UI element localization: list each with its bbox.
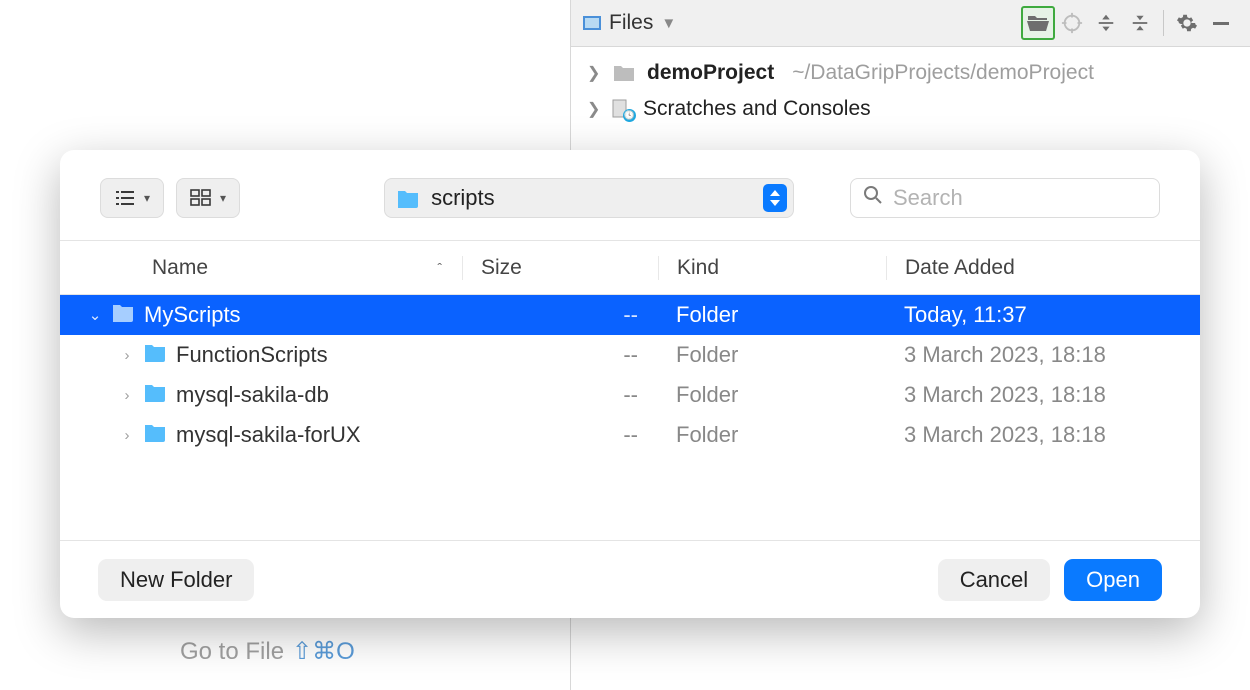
scratches-label: Scratches and Consoles (643, 97, 871, 121)
chevron-right-icon[interactable]: ❯ (587, 99, 601, 119)
project-name: demoProject (647, 61, 774, 85)
go-to-file-shortcut: ⇧⌘O (292, 637, 355, 666)
file-size: -- (462, 382, 658, 408)
chevron-right-icon[interactable]: › (120, 387, 134, 404)
folder-icon (611, 63, 637, 83)
col-header-size[interactable]: Size (462, 256, 658, 280)
chevron-right-icon[interactable]: ❯ (587, 63, 601, 83)
file-row[interactable]: › mysql-sakila-forUX --Folder3 March 2023,… (60, 415, 1200, 455)
file-size: -- (462, 302, 658, 328)
go-to-file-text: Go to File (180, 638, 284, 666)
current-path: scripts (431, 185, 753, 211)
chevron-down-icon: ▾ (220, 191, 226, 205)
file-name: mysql-sakila-db (176, 382, 329, 408)
file-row[interactable]: › FunctionScripts --Folder3 March 2023, 18… (60, 335, 1200, 375)
sort-ascending-icon: ˆ (437, 260, 442, 276)
project-root-row[interactable]: ❯ demoProject ~/DataGripProjects/demoPro… (571, 55, 1250, 91)
file-date: Today, 11:37 (886, 302, 1200, 328)
new-folder-button[interactable]: New Folder (98, 559, 254, 601)
chevron-right-icon[interactable]: › (120, 427, 134, 444)
open-folder-button[interactable] (1021, 6, 1055, 40)
go-to-file-hint: Go to File ⇧⌘O (180, 637, 355, 666)
project-path: ~/DataGripProjects/demoProject (792, 61, 1094, 85)
search-placeholder: Search (893, 185, 963, 211)
minimize-icon[interactable] (1204, 6, 1238, 40)
path-dropdown[interactable]: scripts (384, 178, 794, 218)
collapse-all-icon[interactable] (1123, 6, 1157, 40)
panel-icon (583, 16, 601, 30)
chevron-down-icon: ▾ (144, 191, 150, 205)
file-name: mysql-sakila-forUX (176, 422, 361, 448)
dialog-footer: New Folder Cancel Open (60, 540, 1200, 618)
folder-icon (142, 342, 168, 368)
file-date: 3 March 2023, 18:18 (886, 382, 1200, 408)
chevron-down-icon[interactable]: ▼ (661, 15, 676, 32)
file-row[interactable]: ⌄ MyScripts --FolderToday, 11:37 (60, 295, 1200, 335)
folder-icon (395, 188, 421, 208)
open-button[interactable]: Open (1064, 559, 1162, 601)
file-size: -- (462, 422, 658, 448)
scratches-row[interactable]: ❯ 🕓 Scratches and Consoles (571, 91, 1250, 127)
file-kind: Folder (658, 342, 886, 368)
file-chooser-dialog: ▾ ▾ scripts Search Name ˆ (60, 150, 1200, 618)
col-header-name[interactable]: Name ˆ (60, 256, 462, 280)
col-header-kind[interactable]: Kind (658, 256, 886, 280)
folder-icon (110, 302, 136, 328)
dialog-toolbar: ▾ ▾ scripts Search (60, 150, 1200, 240)
toolbar-divider (1163, 10, 1164, 36)
file-row[interactable]: › mysql-sakila-db --Folder3 March 2023, 18… (60, 375, 1200, 415)
list-view-button[interactable]: ▾ (100, 178, 164, 218)
grid-view-button[interactable]: ▾ (176, 178, 240, 218)
file-kind: Folder (658, 382, 886, 408)
target-icon[interactable] (1055, 6, 1089, 40)
file-list: ⌄MyScripts--FolderToday, 11:37›FunctionS… (60, 295, 1200, 540)
files-panel-title: Files (609, 11, 653, 35)
cancel-button[interactable]: Cancel (938, 559, 1050, 601)
file-date: 3 March 2023, 18:18 (886, 422, 1200, 448)
scratches-icon: 🕓 (611, 99, 633, 119)
file-name: FunctionScripts (176, 342, 328, 368)
project-tree: ❯ demoProject ~/DataGripProjects/demoPro… (571, 47, 1250, 135)
chevron-down-icon[interactable]: ⌄ (88, 306, 102, 324)
folder-icon (142, 422, 168, 448)
file-date: 3 March 2023, 18:18 (886, 342, 1200, 368)
files-toolbar: Files ▼ (571, 0, 1250, 47)
gear-icon[interactable] (1170, 6, 1204, 40)
expand-all-icon[interactable] (1089, 6, 1123, 40)
file-size: -- (462, 342, 658, 368)
col-header-date[interactable]: Date Added (886, 256, 1200, 280)
file-kind: Folder (658, 302, 886, 328)
file-kind: Folder (658, 422, 886, 448)
folder-icon (142, 382, 168, 408)
list-header-row: Name ˆ Size Kind Date Added (60, 241, 1200, 295)
path-stepper-icon[interactable] (763, 184, 787, 212)
search-icon (863, 185, 883, 211)
search-input[interactable]: Search (850, 178, 1160, 218)
chevron-right-icon[interactable]: › (120, 347, 134, 364)
file-name: MyScripts (144, 302, 241, 328)
